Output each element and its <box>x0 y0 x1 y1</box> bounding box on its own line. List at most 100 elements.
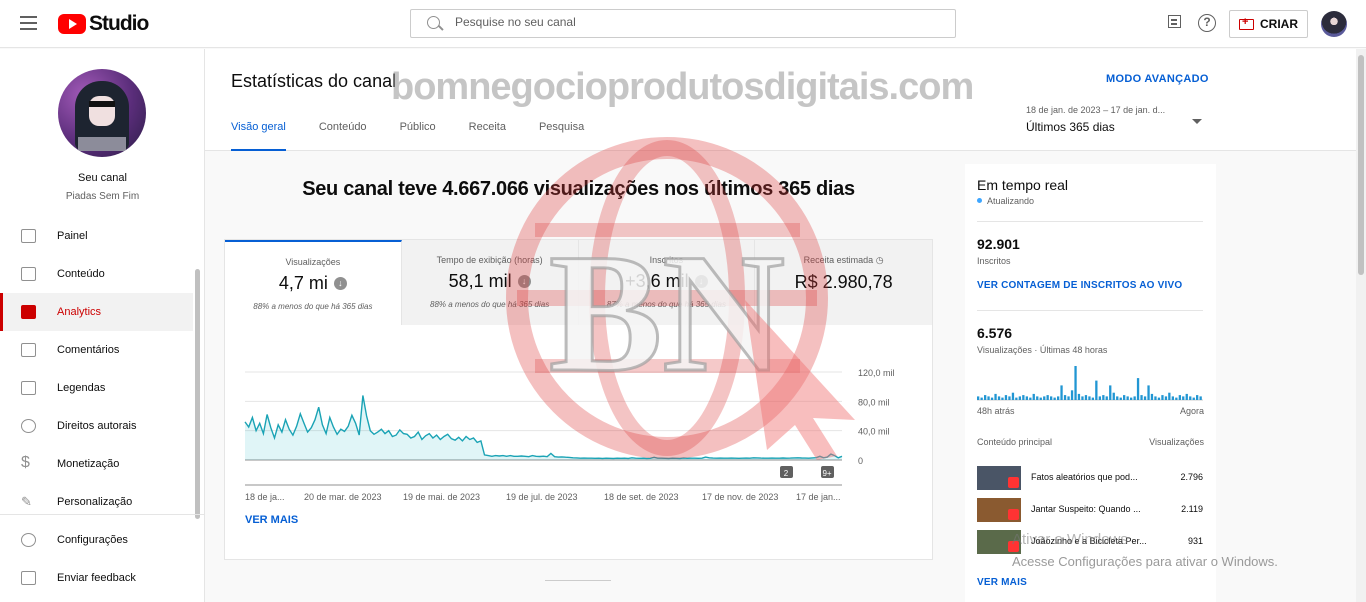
feedback-icon[interactable] <box>1166 14 1184 32</box>
realtime-bar <box>1004 395 1008 400</box>
subscriber-count: 92.901 <box>977 236 1020 252</box>
youtube-logo-icon <box>58 14 86 34</box>
sidebar-bottom-nav: Configurações Enviar feedback <box>0 521 193 597</box>
advanced-mode-button[interactable]: MODO AVANÇADO <box>1106 73 1209 85</box>
realtime-bar <box>1185 393 1188 400</box>
views-count: 6.576 <box>977 325 1013 341</box>
live-count-link[interactable]: VER CONTAGEM DE INSCRITOS AO VIVO <box>977 280 1182 291</box>
realtime-bar <box>1050 396 1053 400</box>
sidebar-item-configuracoes[interactable]: Configurações <box>0 521 193 559</box>
page-scrollbar[interactable] <box>1356 49 1366 602</box>
realtime-bar <box>1008 396 1011 400</box>
realtime-bar <box>1088 396 1091 400</box>
realtime-bar <box>1077 393 1081 400</box>
realtime-bar <box>1036 396 1039 400</box>
realtime-bar <box>1001 397 1004 400</box>
realtime-bar <box>1025 396 1028 400</box>
see-more-button[interactable]: VER MAIS <box>245 514 298 526</box>
video-views: 931 <box>1187 536 1203 546</box>
see-more-button[interactable]: VER MAIS <box>977 577 1027 588</box>
realtime-bar <box>1091 397 1094 400</box>
realtime-bar <box>1119 397 1122 400</box>
realtime-bar-chart[interactable] <box>977 364 1203 404</box>
realtime-bar <box>994 393 997 400</box>
sidebar-scrollbar[interactable] <box>195 269 200 519</box>
period-select[interactable]: Últimos 365 dias <box>1026 120 1115 134</box>
help-icon[interactable]: ? <box>1198 14 1216 32</box>
sidebar-item-label: Monetização <box>57 458 120 470</box>
realtime-bar <box>1105 396 1108 400</box>
sidebar-item-direitos-autorais[interactable]: Direitos autorais <box>0 407 193 445</box>
sidebar-item-comentarios[interactable]: Comentários <box>0 331 193 369</box>
realtime-bar <box>990 397 994 400</box>
video-title: Jantar Suspeito: Quando ... <box>1031 504 1141 514</box>
realtime-bar <box>1011 392 1015 400</box>
x-tick-label: 19 de mai. de 2023 <box>403 492 480 502</box>
realtime-bar <box>1178 395 1181 400</box>
sidebar-item-conteudo[interactable]: Conteúdo <box>0 255 193 293</box>
channel-avatar[interactable] <box>58 69 146 157</box>
chevron-down-icon[interactable] <box>1192 119 1202 124</box>
realtime-bar <box>1192 397 1195 400</box>
windows-activation-title: Ativar o Windows <box>1012 531 1128 548</box>
realtime-bar <box>1053 397 1056 400</box>
content-icon <box>21 267 36 281</box>
logo-text: Studio <box>89 12 149 35</box>
copyright-icon <box>21 419 36 433</box>
realtime-bar <box>1015 397 1018 400</box>
realtime-bar <box>1081 396 1084 400</box>
realtime-status: Atualizando <box>977 196 1034 206</box>
sidebar-item-label: Direitos autorais <box>57 420 137 432</box>
date-range[interactable]: 18 de jan. de 2023 – 17 de jan. d... <box>1026 105 1165 115</box>
account-avatar[interactable] <box>1321 11 1347 37</box>
tab-conteudo[interactable]: Conteúdo <box>319 121 367 151</box>
video-thumbnail <box>977 498 1021 522</box>
x-tick-label: 17 de jan... <box>796 492 841 502</box>
list-item[interactable]: Jantar Suspeito: Quando ... 2.119 <box>977 496 1203 524</box>
menu-icon[interactable] <box>20 16 37 30</box>
x-tick-label: 20 de mar. de 2023 <box>304 492 382 502</box>
realtime-bar <box>1161 395 1164 400</box>
sidebar-item-painel[interactable]: Painel <box>0 217 193 255</box>
realtime-bar <box>977 396 980 400</box>
metric-label: Visualizações <box>285 257 341 267</box>
sidebar-item-enviar-feedback[interactable]: Enviar feedback <box>0 559 193 597</box>
watermark-text: bomnegocioprodutosdigitais.com <box>391 66 974 108</box>
comments-icon <box>21 343 36 357</box>
tab-publico[interactable]: Público <box>400 121 436 151</box>
realtime-bar <box>980 397 983 400</box>
realtime-bar <box>1084 395 1088 400</box>
axis-end: Agora <box>1179 406 1204 416</box>
sidebar-item-label: Analytics <box>57 306 102 318</box>
realtime-bar <box>1123 395 1126 400</box>
realtime-bar <box>1175 397 1178 400</box>
divider <box>977 310 1203 311</box>
metric-views[interactable]: Visualizações 4,7 mi ↓ 88% a menos do que… <box>225 240 402 325</box>
realtime-bar <box>1102 395 1105 400</box>
realtime-bar <box>1164 396 1168 400</box>
search-input[interactable] <box>455 15 935 29</box>
watermark-logo: BN <box>506 137 855 460</box>
sidebar-item-personalizacao[interactable]: ✎ Personalização <box>0 483 193 521</box>
marker-label: 9+ <box>822 469 831 478</box>
realtime-bar <box>1029 397 1032 400</box>
studio-logo[interactable]: Studio <box>58 12 149 36</box>
sidebar-item-monetizacao[interactable]: $ Monetização <box>0 445 193 483</box>
camera-icon <box>1239 16 1254 30</box>
tab-visao-geral[interactable]: Visão geral <box>231 121 286 151</box>
sidebar-item-analytics[interactable]: Analytics <box>0 293 193 331</box>
video-thumbnail <box>977 466 1021 490</box>
video-views: 2.119 <box>1181 504 1203 514</box>
list-item[interactable]: Fatos aleatórios que pod... 2.796 <box>977 464 1203 492</box>
realtime-bar <box>1182 396 1185 400</box>
sidebar-item-legendas[interactable]: Legendas <box>0 369 193 407</box>
clock-icon: ◷ <box>875 255 884 265</box>
realtime-bar <box>1168 392 1171 400</box>
analytics-icon <box>21 305 36 319</box>
realtime-bar <box>1150 393 1154 400</box>
subtitles-icon <box>21 381 36 395</box>
video-title: Fatos aleatórios que pod... <box>1031 472 1138 482</box>
search-box[interactable] <box>410 9 956 38</box>
metric-note: 88% a menos do que há 365 dias <box>253 302 373 311</box>
create-button[interactable]: CRIAR <box>1229 10 1308 38</box>
